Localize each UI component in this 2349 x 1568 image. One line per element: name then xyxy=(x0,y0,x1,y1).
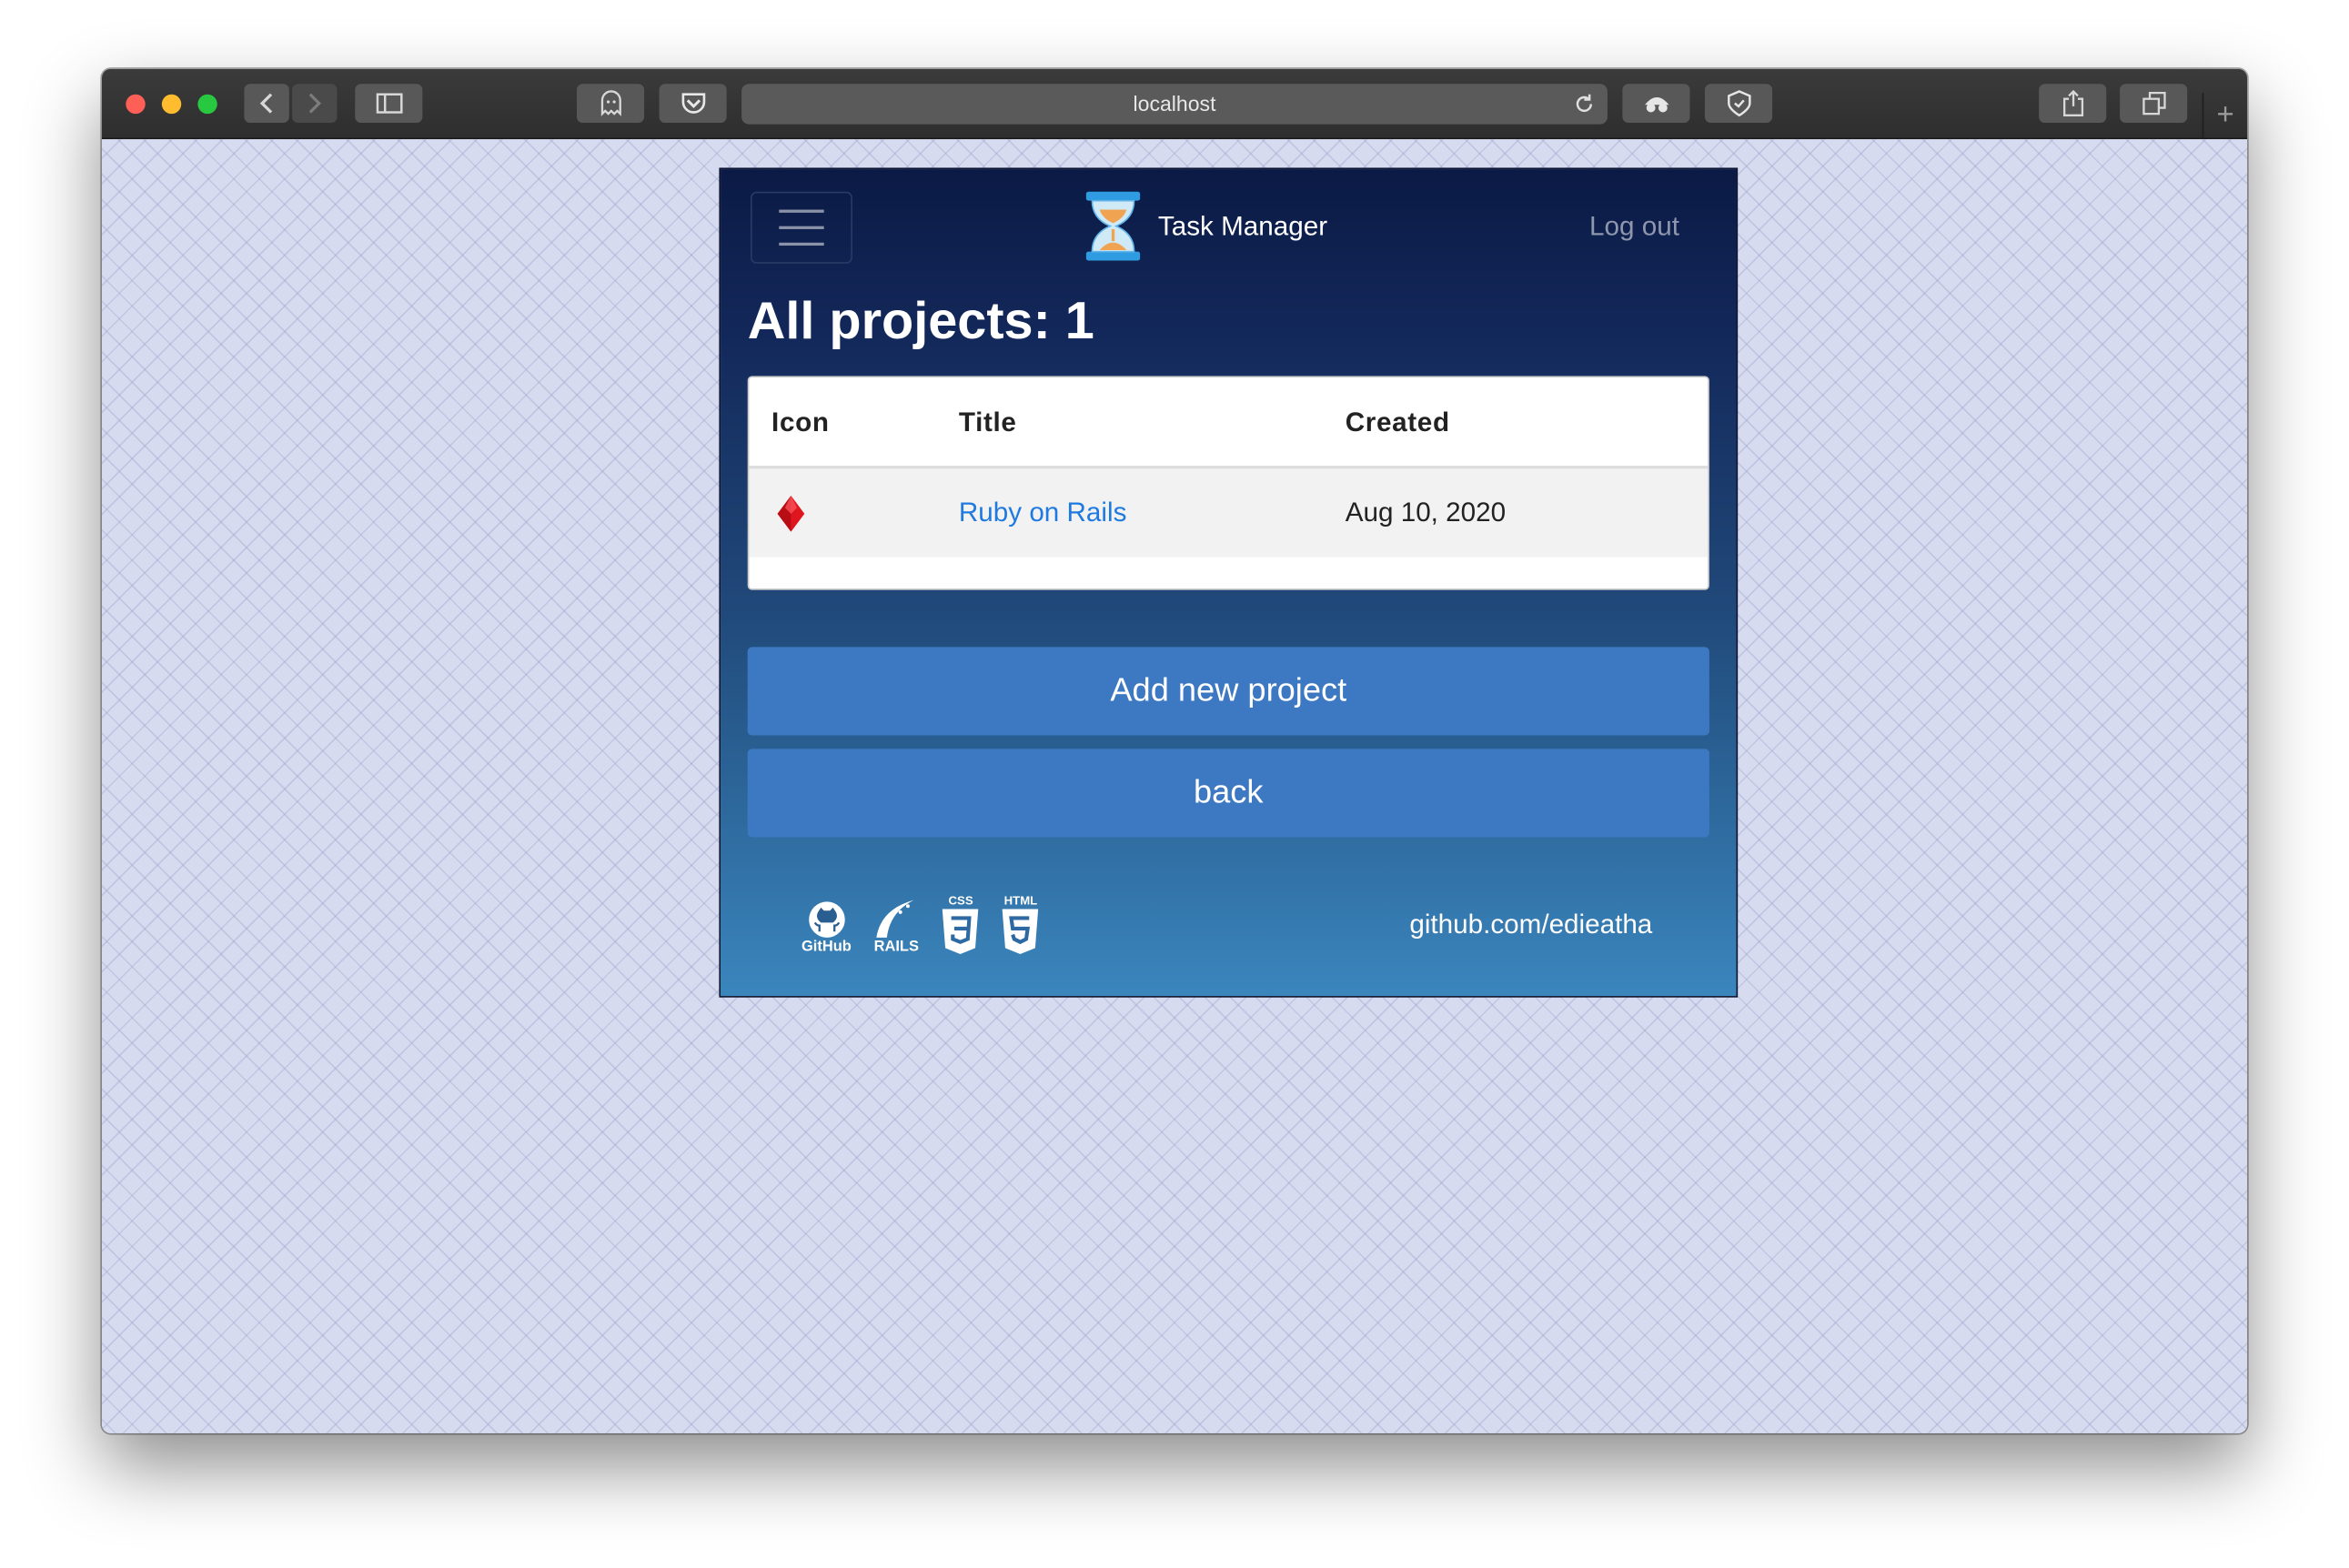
navbar: Task Manager Log out xyxy=(721,169,1736,286)
menu-toggle-button[interactable] xyxy=(750,191,852,264)
new-tab-button[interactable]: + xyxy=(2202,93,2247,140)
css3-shield-icon xyxy=(943,909,979,954)
plus-icon: + xyxy=(2216,98,2234,132)
share-button[interactable] xyxy=(2039,84,2107,124)
project-created-date: Aug 10, 2020 xyxy=(1345,497,1507,528)
back-nav-button[interactable] xyxy=(244,84,289,124)
show-tabs-button[interactable] xyxy=(2120,84,2188,124)
brand-name: Task Manager xyxy=(1157,210,1328,241)
diamond-icon xyxy=(777,496,805,532)
html5-logo[interactable]: HTML xyxy=(1002,894,1041,956)
ghost-icon xyxy=(600,90,621,116)
project-title-link[interactable]: Ruby on Rails xyxy=(959,498,1127,529)
github-profile-link[interactable]: github.com/edieatha xyxy=(1409,910,1652,941)
rails-label: RAILS xyxy=(873,939,919,956)
footer-tech-icons: GitHub RAILS CSS HTML xyxy=(801,894,1040,956)
ghostery-extension-button[interactable] xyxy=(576,84,645,124)
app-container: Task Manager Log out All projects: 1 Ico… xyxy=(719,167,1739,998)
menu-icon-bar xyxy=(779,226,824,229)
close-window-button[interactable] xyxy=(126,94,146,115)
minimize-window-button[interactable] xyxy=(161,94,182,115)
css3-logo[interactable]: CSS xyxy=(942,894,981,956)
hourglass-icon xyxy=(1085,191,1141,261)
page-title: All projects: 1 xyxy=(747,292,1094,351)
projects-table: Icon Title Created Ruby on Rails Aug 10,… xyxy=(747,376,1709,590)
css-label: CSS xyxy=(948,894,973,908)
address-bar[interactable]: localhost xyxy=(741,84,1608,125)
github-icon xyxy=(808,901,845,938)
adblock-extension-button[interactable] xyxy=(1704,84,1773,124)
chevron-left-icon xyxy=(259,93,273,114)
table-header-row: Icon Title Created xyxy=(749,377,1709,469)
column-header-created: Created xyxy=(1345,407,1450,437)
sidebar-icon xyxy=(375,93,402,114)
logout-link[interactable]: Log out xyxy=(1589,211,1679,243)
github-label: GitHub xyxy=(801,939,852,956)
pocket-icon xyxy=(681,93,705,114)
column-header-title: Title xyxy=(958,407,1017,437)
sidebar-toggle-button[interactable] xyxy=(355,84,423,124)
extension-button[interactable] xyxy=(1622,84,1690,124)
url-text: localhost xyxy=(1133,91,1216,116)
rails-icon xyxy=(876,900,915,938)
browser-window: localhost + Task Manager Log out All pro… xyxy=(101,68,2248,1433)
column-header-icon: Icon xyxy=(771,407,830,437)
browser-toolbar: localhost + xyxy=(101,68,2248,140)
back-button[interactable]: back xyxy=(747,749,1709,838)
reload-icon[interactable] xyxy=(1573,93,1596,116)
chevron-right-icon xyxy=(308,93,322,114)
incognito-icon xyxy=(1644,97,1668,113)
table-row: Ruby on Rails Aug 10, 2020 xyxy=(749,468,1709,558)
menu-icon-bar xyxy=(779,242,824,246)
shield-icon xyxy=(1727,90,1750,117)
forward-nav-button[interactable] xyxy=(292,84,338,124)
add-new-project-button[interactable]: Add new project xyxy=(747,647,1709,736)
tabs-icon xyxy=(2142,91,2165,116)
brand-link[interactable]: Task Manager xyxy=(1084,190,1328,262)
zoom-window-button[interactable] xyxy=(197,94,217,115)
page-content: Task Manager Log out All projects: 1 Ico… xyxy=(101,139,2248,1433)
menu-icon-bar xyxy=(779,209,824,213)
rails-logo[interactable]: RAILS xyxy=(872,897,921,956)
html-label: HTML xyxy=(1003,894,1038,908)
html5-shield-icon xyxy=(1003,909,1039,954)
pocket-extension-button[interactable] xyxy=(659,84,727,124)
share-icon xyxy=(2062,89,2083,116)
github-logo[interactable]: GitHub xyxy=(801,900,852,956)
